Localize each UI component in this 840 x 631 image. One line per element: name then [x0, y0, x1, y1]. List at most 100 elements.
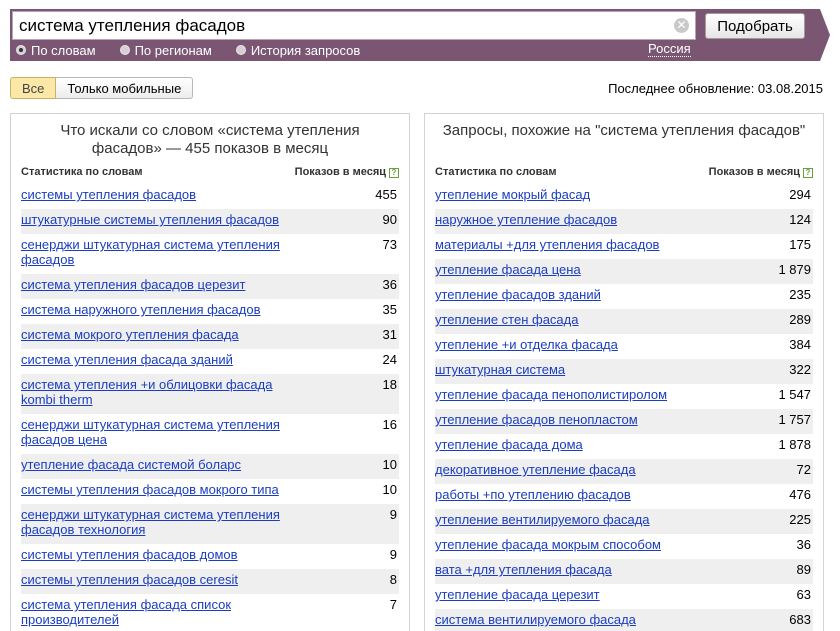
impressions-count: 73: [382, 237, 397, 252]
impressions-count: 16: [382, 417, 397, 432]
help-icon[interactable]: ?: [389, 168, 399, 178]
phrase-link[interactable]: утепление фасада системой боларс: [21, 457, 241, 472]
phrase-link[interactable]: утепление фасадов зданий: [435, 287, 601, 302]
filter-mobile-button[interactable]: Только мобильные: [56, 77, 194, 99]
phrase-link[interactable]: системы утепления фасадов мокрого типа: [21, 482, 279, 497]
mode-label: По словам: [31, 42, 96, 58]
mode-history[interactable]: История запросов: [235, 42, 361, 58]
mode-by-regions[interactable]: По регионам: [119, 42, 212, 58]
phrase-link[interactable]: сенерджи штукатурная система утепления ф…: [21, 237, 283, 267]
phrase-link[interactable]: сенерджи штукатурная система утепления ф…: [21, 417, 283, 447]
phrase-link[interactable]: системы утепления фасадов домов: [21, 547, 238, 562]
phrase-link[interactable]: система утепления фасада зданий: [21, 352, 233, 367]
impressions-count: 1 757: [778, 412, 811, 427]
table-row: декоративное утепление фасада 72: [435, 459, 813, 484]
phrase-link[interactable]: утепление фасадов пенопластом: [435, 412, 638, 427]
phrase-link[interactable]: система мокрого утепления фасада: [21, 327, 239, 342]
table-row: системы утепления фасадов мокрого типа 10: [21, 479, 399, 504]
device-filter: Все Только мобильные: [10, 77, 194, 99]
table-row: системы утепления фасадов ceresit 8: [21, 569, 399, 594]
table-row: штукатурная система 322: [435, 359, 813, 384]
filter-all-button[interactable]: Все: [10, 77, 57, 99]
search-bar: ✕ Подобрать По словам По регионам Истори…: [10, 9, 830, 61]
table-row: утепление фасада системой боларс 10: [21, 454, 399, 479]
phrase-link[interactable]: система наружного утепления фасадов: [21, 302, 260, 317]
search-input[interactable]: [19, 16, 659, 36]
table-header: Статистика по словам Показов в месяц?: [435, 166, 813, 182]
table-row: утепление фасадов зданий 235: [435, 284, 813, 309]
impressions-count: 24: [382, 352, 397, 367]
phrase-link[interactable]: системы утепления фасадов: [21, 187, 196, 202]
table-row: утепление фасада цена 1 879: [435, 259, 813, 284]
phrase-link[interactable]: штукатурные системы утепления фасадов: [21, 212, 279, 227]
phrase-link[interactable]: система утепления фасада список производ…: [21, 597, 283, 627]
panel-title: Что искали со словом «система утепления …: [60, 122, 360, 157]
phrase-link[interactable]: утепление фасада цена: [435, 262, 581, 277]
impressions-count: 31: [382, 327, 397, 342]
mode-label: История запросов: [250, 42, 361, 58]
phrase-link[interactable]: утепление фасада пенополистиролом: [435, 387, 667, 402]
impressions-count: 1 878: [778, 437, 811, 452]
table-row: система вентилируемого фасада 683: [435, 609, 813, 631]
impressions-count: 289: [789, 312, 811, 327]
phrase-link[interactable]: утепление вентилируемого фасада: [435, 512, 650, 527]
phrase-link[interactable]: утепление стен фасада: [435, 312, 578, 327]
impressions-count: 36: [796, 537, 811, 552]
search-mode-group: По словам По регионам История запросов: [16, 42, 384, 58]
impressions-count: 683: [789, 612, 811, 627]
radio-icon[interactable]: [235, 45, 246, 55]
phrase-link[interactable]: утепление фасада дома: [435, 437, 583, 452]
phrase-link[interactable]: работы +по утеплению фасадов: [435, 487, 631, 502]
phrase-link[interactable]: утепление фасада мокрым способом: [435, 537, 661, 552]
radio-icon[interactable]: [16, 45, 26, 55]
phrase-link[interactable]: материалы +для утепления фасадов: [435, 237, 659, 252]
impressions-count: 72: [796, 462, 811, 477]
table-row: утепление фасадов пенопластом 1 757: [435, 409, 813, 434]
phrase-link[interactable]: штукатурная система: [435, 362, 565, 377]
table-row: вата +для утепления фасада 89: [435, 559, 813, 584]
column-count: Показов в месяц?: [295, 166, 399, 182]
impressions-count: 1 879: [778, 262, 811, 277]
submit-button[interactable]: Подобрать: [705, 13, 805, 39]
phrase-link[interactable]: утепление мокрый фасад: [435, 187, 590, 202]
impressions-count: 90: [382, 212, 397, 227]
impressions-count: 7: [389, 597, 397, 612]
phrase-link[interactable]: утепление +и отделка фасада: [435, 337, 618, 352]
table-row: утепление стен фасада 289: [435, 309, 813, 334]
phrase-link[interactable]: система утепления фасадов церезит: [21, 277, 245, 292]
table-row: утепление вентилируемого фасада 225: [435, 509, 813, 534]
phrase-link[interactable]: наружное утепление фасадов: [435, 212, 617, 227]
phrase-link[interactable]: системы утепления фасадов ceresit: [21, 572, 238, 587]
phrase-link[interactable]: декоративное утепление фасада: [435, 462, 636, 477]
table-row: система мокрого утепления фасада 31: [21, 324, 399, 349]
help-icon[interactable]: ?: [803, 168, 813, 178]
left-table: системы утепления фасадов 455 штукатурные …: [21, 184, 399, 631]
table-row: система утепления фасада список производ…: [21, 594, 399, 631]
clear-icon[interactable]: ✕: [674, 18, 689, 33]
impressions-count: 36: [382, 277, 397, 292]
impressions-count: 8: [389, 572, 397, 587]
impressions-count: 235: [789, 287, 811, 302]
table-row: система наружного утепления фасадов 35: [21, 299, 399, 324]
table-row: утепление мокрый фасад 294: [435, 184, 813, 209]
phrase-link[interactable]: система вентилируемого фасада: [435, 612, 636, 627]
right-panel: Запросы, похожие на "система утепления ф…: [424, 113, 824, 631]
table-row: работы +по утеплению фасадов 476: [435, 484, 813, 509]
mode-by-words[interactable]: По словам: [16, 42, 96, 58]
impressions-count: 10: [382, 457, 397, 472]
phrase-link[interactable]: утепление фасада церезит: [435, 587, 600, 602]
column-phrase: Статистика по словам: [21, 166, 143, 178]
impressions-count: 1 547: [778, 387, 811, 402]
impressions-count: 35: [382, 302, 397, 317]
column-phrase: Статистика по словам: [435, 166, 557, 178]
phrase-link[interactable]: вата +для утепления фасада: [435, 562, 612, 577]
region-link[interactable]: Россия: [648, 42, 691, 57]
impressions-count: 175: [789, 237, 811, 252]
impressions-count: 9: [389, 547, 397, 562]
table-row: утепление +и отделка фасада 384: [435, 334, 813, 359]
phrase-link[interactable]: система утепления +и облицовки фасада ko…: [21, 377, 283, 407]
table-row: утепление фасада церезит 63: [435, 584, 813, 609]
impressions-count: 384: [789, 337, 811, 352]
radio-icon[interactable]: [119, 45, 130, 55]
phrase-link[interactable]: сенерджи штукатурная система утепления ф…: [21, 507, 283, 537]
